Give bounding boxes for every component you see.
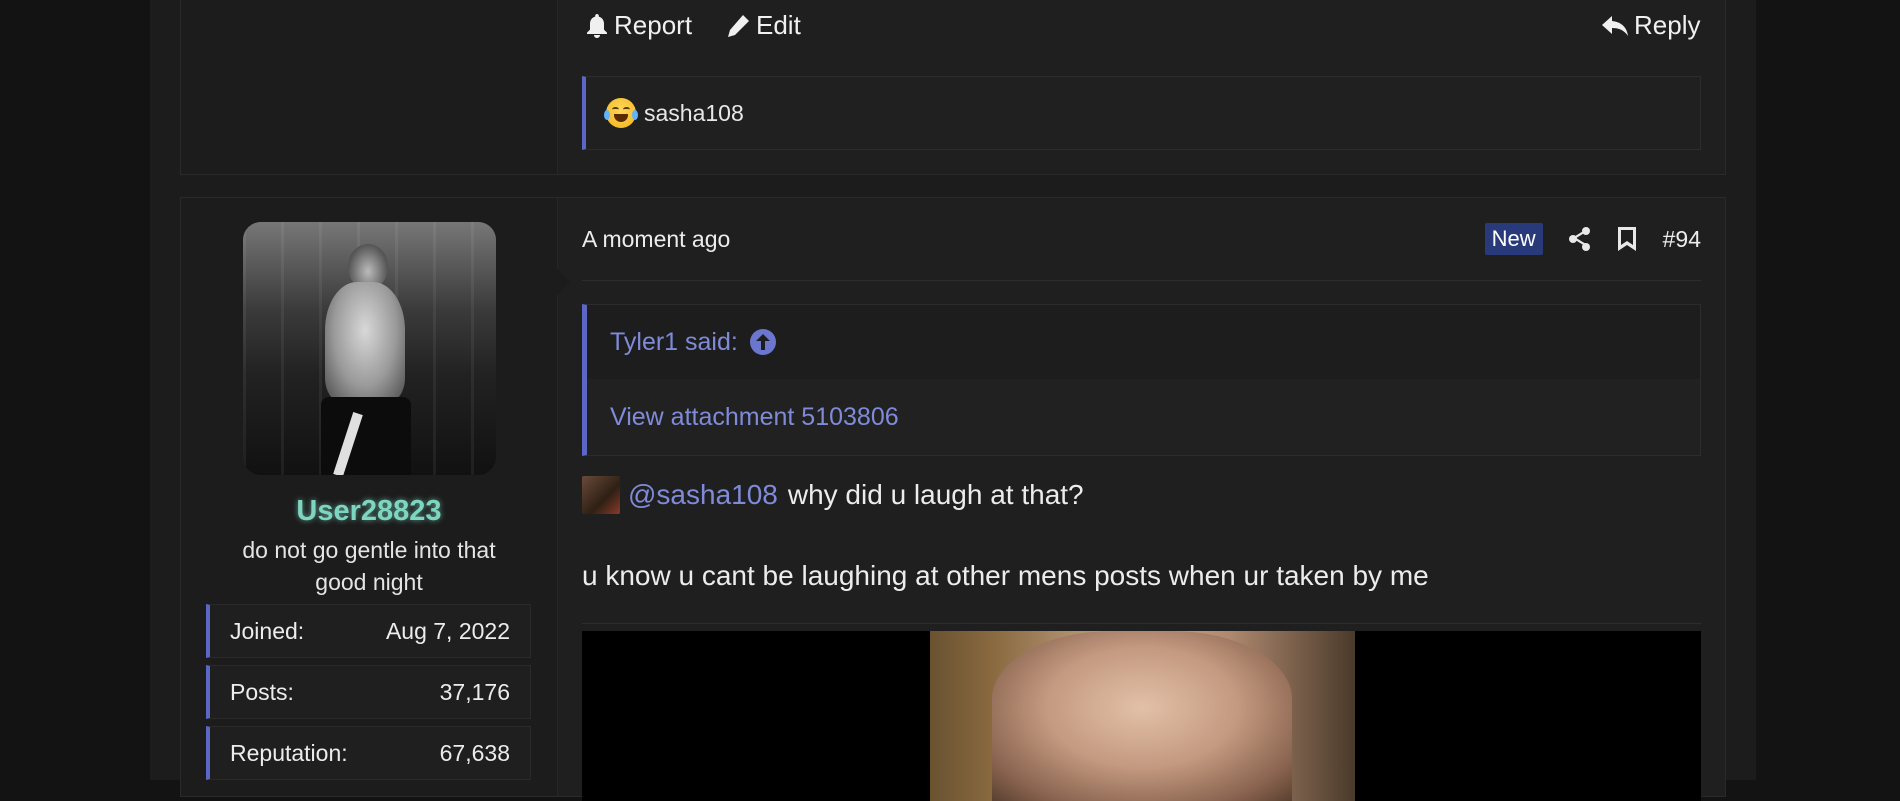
post: User28823 do not go gentle into that goo… xyxy=(180,197,1726,801)
quote-block: Tyler1 said: View attachment 5103806 xyxy=(582,304,1701,456)
stat-label: Joined: xyxy=(230,617,305,644)
username[interactable]: User28823 xyxy=(181,495,557,528)
quote-author[interactable]: Tyler1 said: xyxy=(610,328,738,357)
laughing-tears-emoji-icon xyxy=(604,98,638,128)
attachment-link[interactable]: View attachment 5103806 xyxy=(610,403,899,432)
avatar[interactable] xyxy=(243,222,496,475)
stat-value: Aug 7, 2022 xyxy=(385,617,510,644)
reactions-bar[interactable]: sasha108 xyxy=(582,76,1701,150)
post-user-sidebar: User28823 do not go gentle into that goo… xyxy=(181,198,570,796)
bookmark-button[interactable] xyxy=(1617,227,1637,251)
post-number[interactable]: #94 xyxy=(1663,226,1701,253)
reply-button[interactable]: Reply xyxy=(1602,10,1700,41)
user-mention-link[interactable]: @sasha108 xyxy=(628,479,778,511)
bookmark-icon xyxy=(1617,227,1636,251)
share-icon xyxy=(1568,227,1590,251)
quote-header: Tyler1 said: xyxy=(587,305,1700,379)
new-badge: New xyxy=(1484,223,1543,255)
stat-label: Posts: xyxy=(230,678,294,705)
pencil-icon xyxy=(728,14,749,37)
stat-label: Reputation: xyxy=(230,739,348,766)
quote-jump-button[interactable] xyxy=(749,329,776,355)
edit-label: Edit xyxy=(756,10,801,40)
reply-label: Reply xyxy=(1634,10,1701,40)
mention-text: why did u laugh at that? xyxy=(787,479,1084,510)
previous-post-sidebar xyxy=(181,0,558,174)
stat-joined: Joined: Aug 7, 2022 xyxy=(206,604,531,658)
edit-button[interactable]: Edit xyxy=(726,10,801,41)
post-body-text: u know u cant be laughing at other mens … xyxy=(582,560,1429,591)
stat-value: 67,638 xyxy=(439,739,510,766)
bell-icon xyxy=(587,13,607,38)
arrow-up-icon xyxy=(755,334,770,350)
user-title: do not go gentle into that good night xyxy=(242,537,496,595)
post-timestamp[interactable]: A moment ago xyxy=(582,226,1485,253)
embedded-media[interactable] xyxy=(582,631,1701,801)
report-button[interactable]: Report xyxy=(586,10,692,41)
mention-line: @sasha108 why did u laugh at that? xyxy=(582,476,1084,514)
previous-post: Report Edit Reply sasha108 xyxy=(180,0,1726,175)
divider xyxy=(582,623,1701,624)
stat-posts[interactable]: Posts: 37,176 xyxy=(206,665,531,719)
quote-body: View attachment 5103806 xyxy=(587,379,1700,455)
report-label: Report xyxy=(614,10,693,40)
share-button[interactable] xyxy=(1568,227,1591,251)
post-header: A moment ago New #94 xyxy=(582,198,1701,281)
stat-value: 37,176 xyxy=(439,678,510,705)
reply-arrow-icon xyxy=(1602,15,1628,36)
reaction-user[interactable]: sasha108 xyxy=(644,100,744,127)
stat-reputation: Reputation: 67,638 xyxy=(206,726,531,780)
mention-avatar xyxy=(582,476,620,514)
